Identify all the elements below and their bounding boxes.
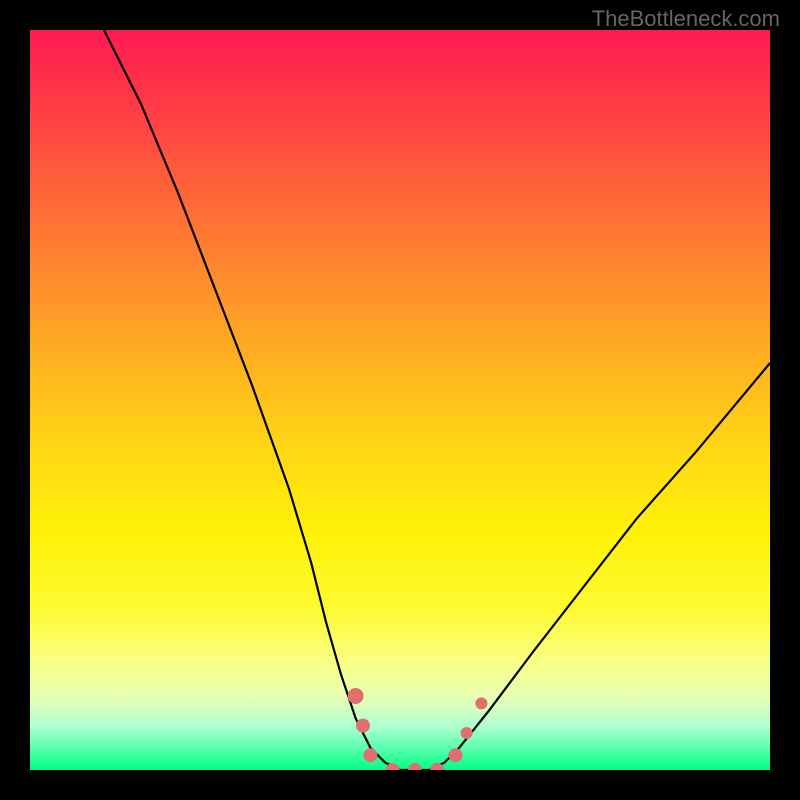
curve-marker [449,748,463,762]
curve-svg [30,30,770,770]
curve-marker [461,727,473,739]
curve-marker [363,748,377,762]
curve-marker [408,763,422,770]
bottleneck-curve [104,30,770,770]
plot-area [30,30,770,770]
watermark-text: TheBottleneck.com [592,6,780,32]
curve-marker [356,719,370,733]
curve-marker [475,697,487,709]
curve-markers [348,688,488,770]
curve-marker [348,688,364,704]
